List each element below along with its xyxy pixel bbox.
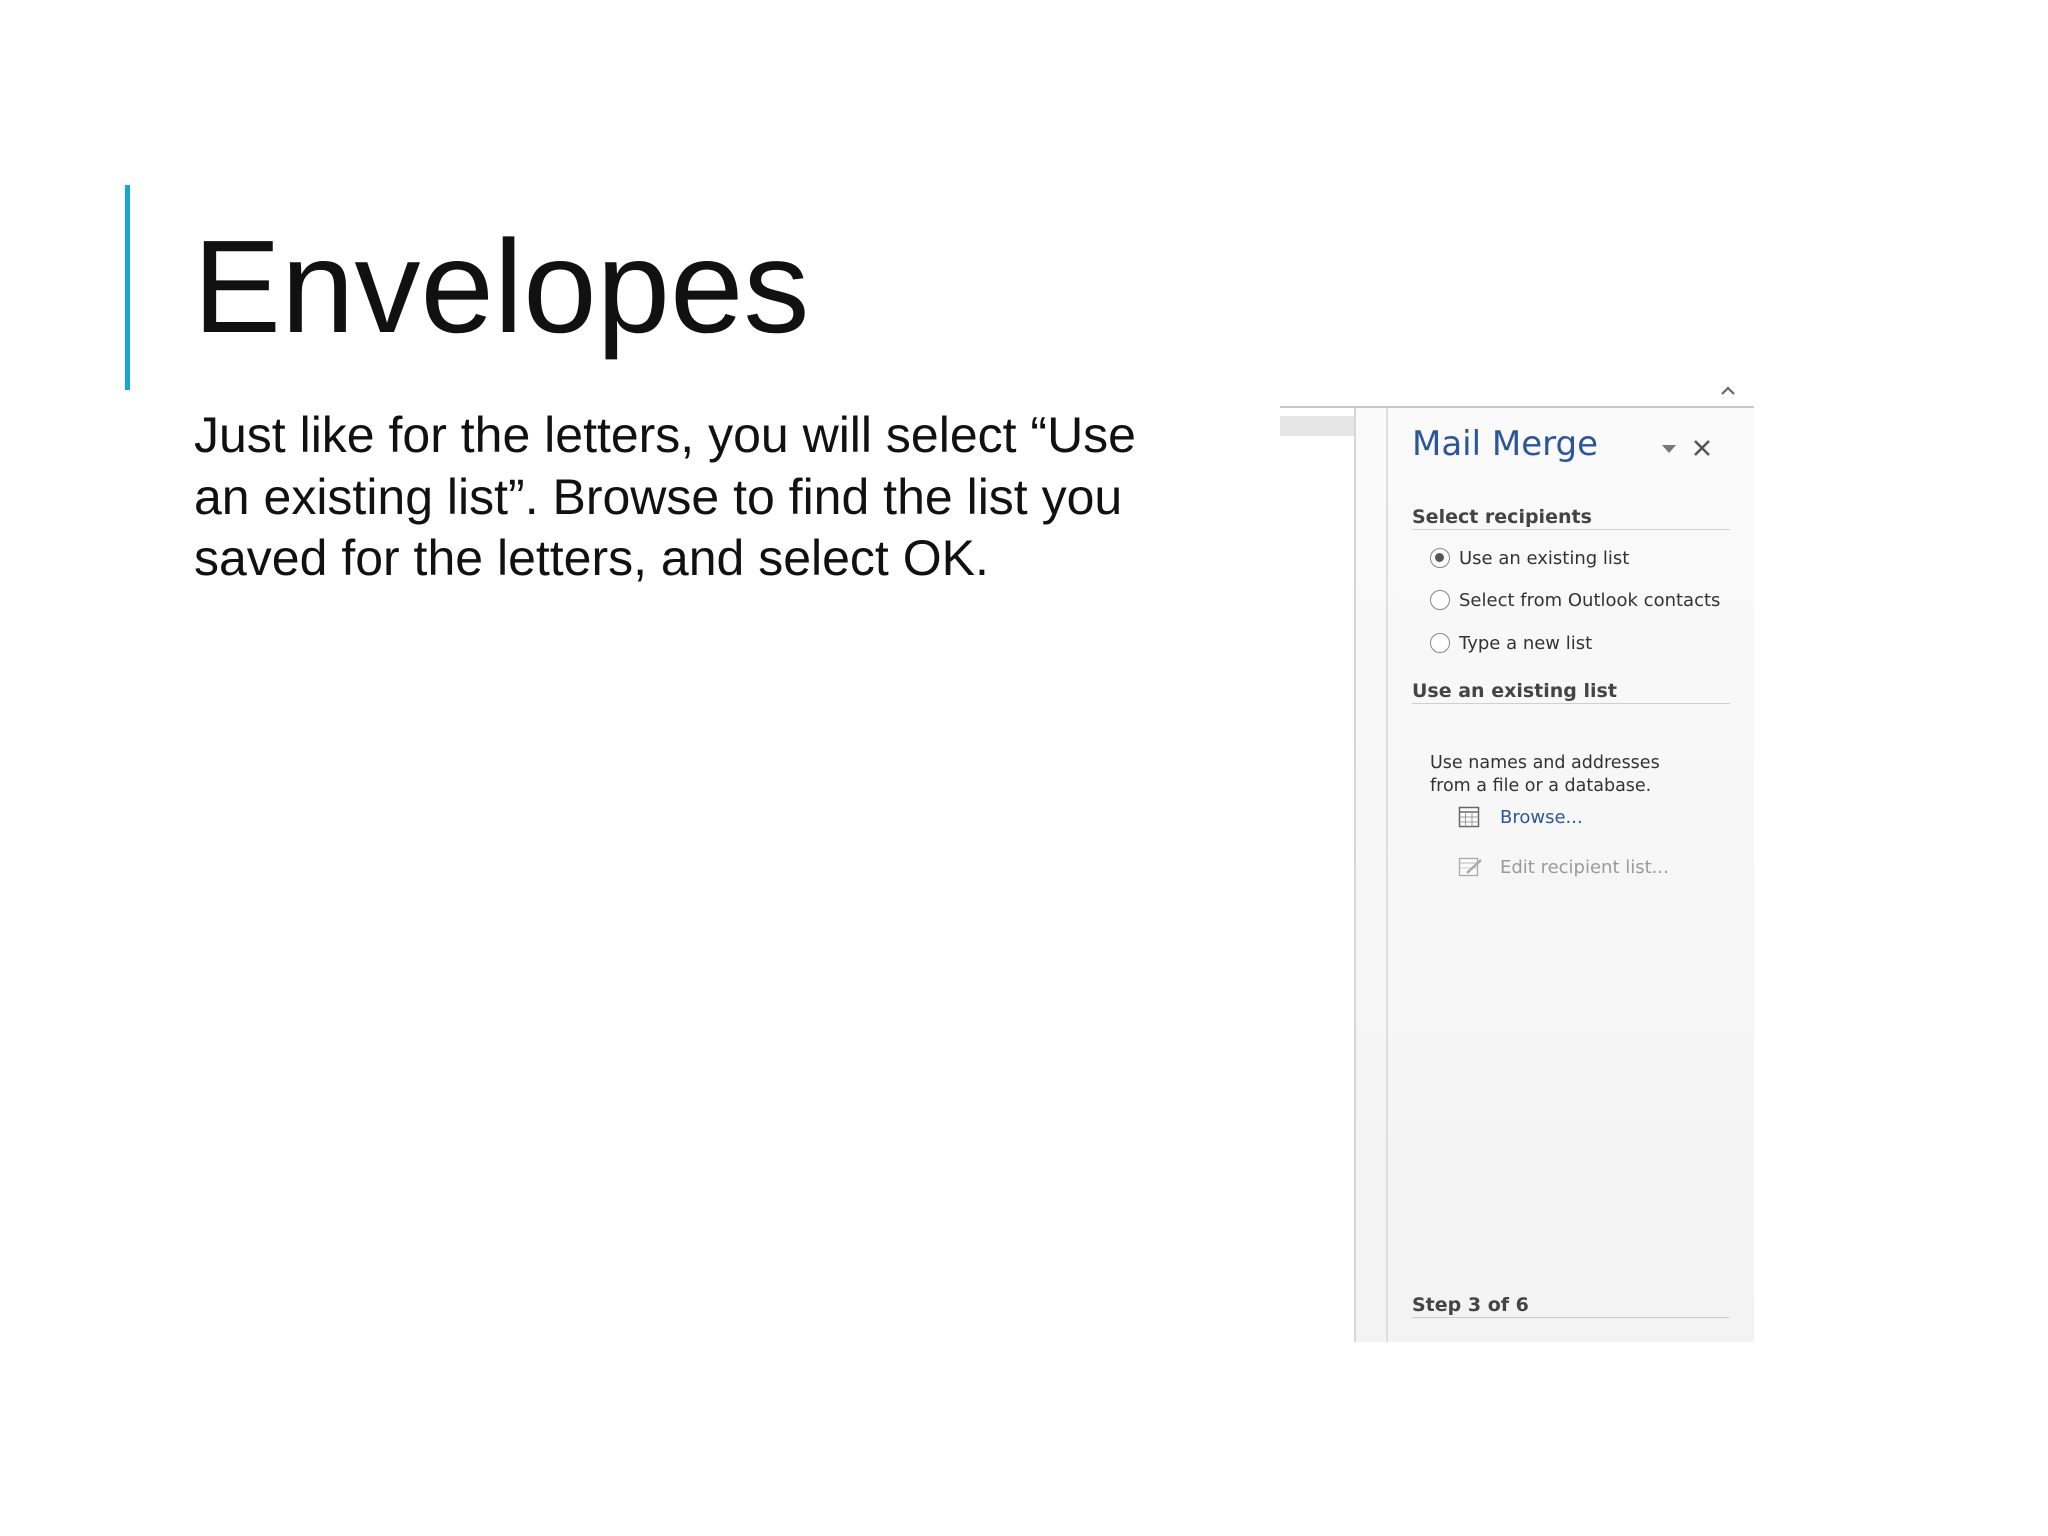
use-existing-list-heading: Use an existing list (1412, 680, 1730, 704)
mail-merge-screenshot: Mail Merge Select recipients Use an exis… (1280, 374, 1754, 1342)
use-existing-list-description: Use names and addresses from a file or a… (1430, 752, 1660, 798)
chevron-up-icon[interactable] (1716, 380, 1740, 402)
title-accent-bar (125, 185, 130, 390)
edit-list-icon (1458, 855, 1484, 879)
radio-label: Use an existing list (1459, 547, 1630, 569)
pane-title: Mail Merge (1412, 424, 1599, 464)
slide-body-text: Just like for the letters, you will sele… (194, 407, 1136, 586)
document-ruler (1280, 416, 1354, 436)
table-icon (1458, 805, 1484, 829)
description-line: Use names and addresses (1430, 753, 1660, 773)
radio-button[interactable] (1430, 548, 1450, 568)
step-indicator: Step 3 of 6 (1412, 1294, 1730, 1318)
radio-label: Select from Outlook contacts (1459, 589, 1721, 611)
description-line: from a file or a database. (1430, 776, 1652, 796)
mail-merge-pane: Mail Merge Select recipients Use an exis… (1354, 408, 1754, 1342)
edit-recipient-list-link[interactable]: Edit recipient list... (1458, 854, 1669, 880)
caret-down-icon[interactable] (1658, 438, 1680, 460)
browse-label: Browse... (1500, 806, 1583, 828)
slide-title: Envelopes (193, 213, 810, 360)
browse-link[interactable]: Browse... (1458, 804, 1583, 830)
close-icon[interactable] (1688, 434, 1716, 462)
radio-type-new-list[interactable]: Type a new list (1430, 630, 1592, 656)
pane-divider (1386, 408, 1388, 1342)
radio-use-existing-list[interactable]: Use an existing list (1430, 545, 1629, 571)
radio-button[interactable] (1430, 633, 1450, 653)
radio-label: Type a new list (1459, 632, 1593, 654)
radio-select-outlook-contacts[interactable]: Select from Outlook contacts (1430, 587, 1720, 613)
select-recipients-heading: Select recipients (1412, 506, 1730, 530)
radio-button[interactable] (1430, 590, 1450, 610)
edit-recipient-list-label: Edit recipient list... (1500, 856, 1669, 878)
